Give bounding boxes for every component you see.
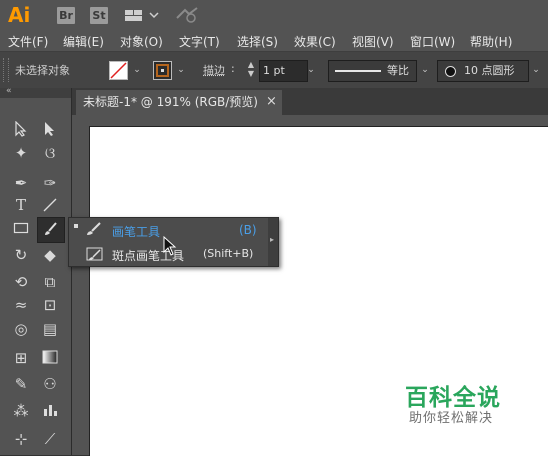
menu-object[interactable]: 对象(O) bbox=[120, 33, 163, 50]
gpu-performance-icon[interactable] bbox=[175, 6, 199, 28]
shaper-tool-icon[interactable]: ↻ bbox=[9, 244, 33, 266]
flyout-item-shortcut: (Shift+B) bbox=[203, 247, 254, 260]
flyout-item-shortcut: (B) bbox=[239, 223, 257, 237]
bridge-button[interactable]: Br bbox=[57, 7, 75, 24]
tools-panel: « ✦ ଓ ✒ ✑ T ↻ ◆ ⟲ ⧉ ≈ ⊡ ◎ ▤ ⊞ ✎ ⚇ ⁂ ⊹ ⟋ bbox=[0, 86, 72, 455]
brush-label: 10 点圆形 bbox=[464, 64, 515, 77]
curvature-tool-icon[interactable]: ✑ bbox=[38, 172, 62, 194]
fill-swatch[interactable] bbox=[109, 61, 128, 80]
stock-button[interactable]: St bbox=[90, 7, 108, 24]
scale-tool-icon[interactable]: ⧉ bbox=[38, 271, 62, 293]
brush-definition[interactable]: 10 点圆形 bbox=[437, 60, 529, 82]
tearoff-arrow-icon[interactable]: ▸ bbox=[270, 235, 274, 244]
selection-tool-icon[interactable] bbox=[9, 118, 33, 140]
chevron-down-icon[interactable]: ⌄ bbox=[418, 60, 432, 80]
variable-width-profile[interactable]: 等比 bbox=[328, 60, 417, 82]
direct-selection-tool-icon[interactable] bbox=[38, 118, 62, 140]
width-tool-icon[interactable]: ≈ bbox=[9, 294, 33, 316]
slice-tool-icon[interactable]: ⟋ bbox=[38, 428, 62, 450]
arrange-documents-icon[interactable] bbox=[125, 8, 159, 27]
paintbrush-tool-icon[interactable] bbox=[37, 217, 65, 243]
blend-tool-icon[interactable]: ⚇ bbox=[38, 373, 62, 395]
blob-brush-icon bbox=[86, 246, 104, 265]
stroke-stepper[interactable]: ▲ ▼ bbox=[244, 60, 258, 80]
panel-grip[interactable] bbox=[3, 58, 9, 82]
document-tab[interactable]: 未标题-1* @ 191% (RGB/预览) × bbox=[76, 90, 282, 115]
menu-select[interactable]: 选择(S) bbox=[237, 33, 278, 50]
column-graph-icon[interactable] bbox=[38, 400, 62, 422]
menu-window[interactable]: 窗口(W) bbox=[410, 33, 455, 50]
chevron-down-icon[interactable]: ⌄ bbox=[304, 60, 318, 80]
artboard-tool-icon[interactable]: ⊹ bbox=[9, 428, 33, 450]
watermark-subtitle: 助你轻松解决 bbox=[409, 411, 494, 426]
document-title: 未标题-1* @ 191% (RGB/预览) bbox=[83, 95, 258, 109]
eraser-tool-icon[interactable]: ◆ bbox=[38, 244, 62, 266]
menu-file[interactable]: 文件(F) bbox=[8, 33, 48, 50]
mouse-cursor-icon bbox=[163, 235, 177, 260]
lasso-icon[interactable]: ଓ bbox=[38, 142, 62, 164]
round-brush-icon bbox=[445, 66, 456, 77]
toolbar-header[interactable]: « bbox=[0, 86, 71, 98]
rotate-tool-icon[interactable]: ⟲ bbox=[9, 271, 33, 293]
control-bar: 未选择对象 ⌄ ⌄ 描边 : ▲ ▼ 1 pt ⌄ 等比 ⌄ 10 点圆形 ⌄ bbox=[0, 52, 548, 89]
paintbrush-icon bbox=[85, 221, 103, 240]
perspective-grid-icon[interactable]: ▤ bbox=[38, 318, 62, 340]
type-tool-icon[interactable]: T bbox=[9, 194, 33, 216]
colon-separator: : bbox=[231, 62, 235, 75]
symbol-sprayer-icon[interactable]: ⁂ bbox=[9, 400, 33, 422]
selection-status: 未选择对象 bbox=[15, 64, 70, 77]
menu-help[interactable]: 帮助(H) bbox=[470, 33, 512, 50]
profile-label: 等比 bbox=[387, 64, 409, 77]
menu-effect[interactable]: 效果(C) bbox=[294, 33, 336, 50]
pen-tool-icon[interactable]: ✒ bbox=[9, 172, 33, 194]
magic-wand-icon[interactable]: ✦ bbox=[9, 142, 33, 164]
flyout-item-label: 画笔工具 bbox=[112, 225, 161, 239]
menu-bar: 文件(F) 编辑(E) 对象(O) 文字(T) 选择(S) 效果(C) 视图(V… bbox=[0, 30, 548, 52]
stroke-label[interactable]: 描边 bbox=[203, 62, 225, 78]
title-bar: Ai Br St bbox=[0, 0, 548, 30]
menu-edit[interactable]: 编辑(E) bbox=[63, 33, 104, 50]
eyedropper-icon[interactable]: ✎ bbox=[9, 373, 33, 395]
app-logo: Ai bbox=[8, 3, 31, 27]
gradient-tool-icon[interactable] bbox=[38, 347, 62, 369]
menu-view[interactable]: 视图(V) bbox=[352, 33, 394, 50]
tearoff-strip[interactable]: ▸ bbox=[268, 218, 278, 266]
stroke-swatch[interactable] bbox=[153, 61, 172, 80]
stroke-weight-field[interactable]: 1 pt bbox=[259, 60, 308, 82]
chevron-down-icon[interactable]: ⌄ bbox=[174, 60, 188, 80]
line-segment-icon[interactable] bbox=[38, 194, 62, 216]
chevron-down-icon[interactable]: ⌄ bbox=[130, 60, 144, 80]
mesh-tool-icon[interactable]: ⊞ bbox=[9, 347, 33, 369]
rectangle-tool-icon[interactable] bbox=[9, 218, 33, 240]
collapse-icon[interactable]: « bbox=[6, 86, 12, 96]
free-transform-icon[interactable]: ⊡ bbox=[38, 294, 62, 316]
chevron-down-icon[interactable]: ⌄ bbox=[529, 60, 543, 80]
close-icon[interactable]: × bbox=[266, 90, 277, 114]
shape-builder-icon[interactable]: ◎ bbox=[9, 318, 33, 340]
active-tool-marker bbox=[74, 224, 78, 228]
menu-type[interactable]: 文字(T) bbox=[179, 33, 220, 50]
